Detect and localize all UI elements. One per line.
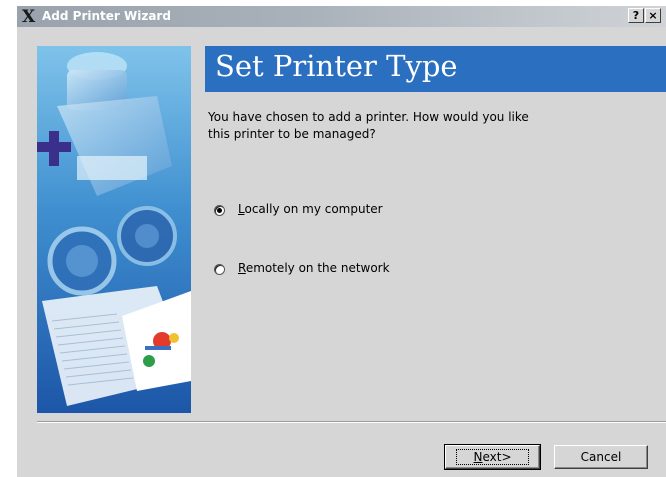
radio-selected-dot [217, 208, 222, 213]
help-button[interactable]: ? [628, 8, 644, 23]
window-title: Add Printer Wizard [42, 9, 171, 23]
page-header: Set Printer Type [205, 46, 666, 92]
cancel-button[interactable]: Cancel [554, 445, 648, 469]
radio-local-text: ocally on my computer [244, 202, 383, 216]
page-title: Set Printer Type [215, 49, 458, 83]
mnemonic-r: R [238, 261, 246, 275]
title-bar[interactable]: X Add Printer Wizard ? × [17, 6, 666, 27]
radio-local[interactable] [214, 205, 225, 216]
radio-remote-text: emotely on the network [245, 261, 390, 275]
radio-local-label[interactable]: Locally on my computer [238, 202, 383, 216]
separator [37, 421, 666, 423]
next-button-label: Next> [456, 449, 529, 465]
next-button[interactable]: Next> [444, 444, 541, 470]
add-printer-wizard-window: X Add Printer Wizard ? × Set Printer Typ… [17, 6, 666, 477]
next-text: ext> [482, 450, 512, 464]
x-logo-icon: X [22, 7, 36, 27]
mnemonic-n: N [473, 450, 483, 464]
page-description: You have chosen to add a printer. How wo… [208, 110, 529, 141]
radio-remote-label[interactable]: Remotely on the network [238, 261, 390, 275]
wizard-side-image [37, 46, 191, 413]
radio-remote[interactable] [214, 264, 225, 275]
close-button[interactable]: × [645, 8, 661, 23]
